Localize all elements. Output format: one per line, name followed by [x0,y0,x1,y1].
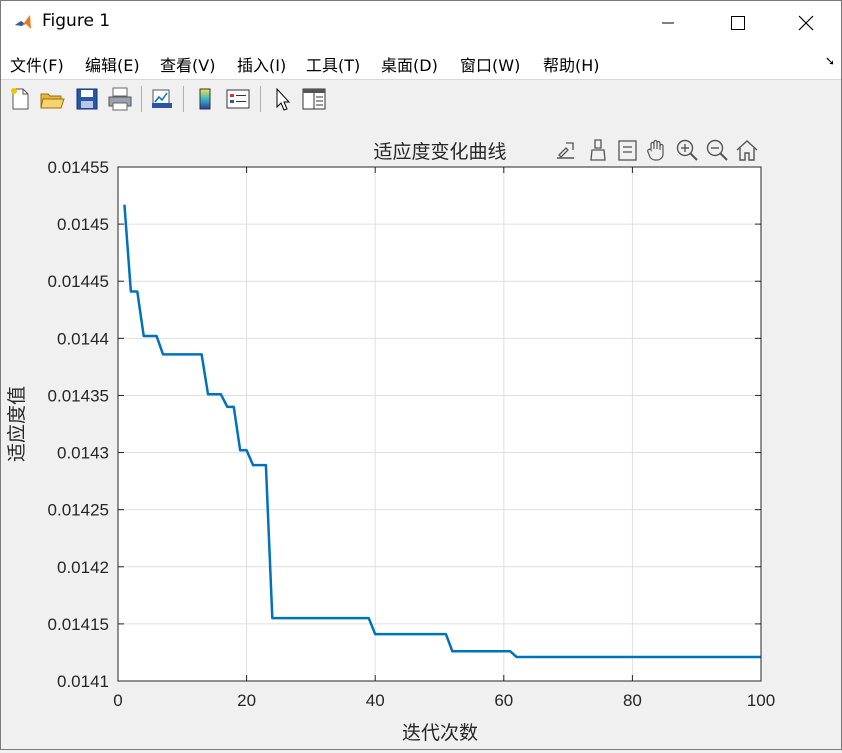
menu-insert[interactable]: 插入(I) [237,52,286,76]
save-icon[interactable] [73,85,101,113]
menu-file[interactable]: 文件(F) [10,52,64,76]
menu-help[interactable]: 帮助(H) [543,52,600,76]
y-tick-label: 0.0144 [57,329,109,348]
menu-bar: 文件(F) 编辑(E) 查看(V) 插入(I) 工具(T) 桌面(D) 窗口(W… [1,45,841,79]
figure-canvas: 0 20 40 60 80 100 0.0141 0.01415 0.0142 0.01425 0… [1,118,841,749]
x-tick-label: 60 [494,691,513,710]
close-icon [798,15,814,31]
line-chart[interactable]: 0 20 40 60 80 100 0.0141 0.01415 0.0142 0.01425 0… [1,118,841,749]
maximize-button[interactable] [703,1,773,45]
x-tick-label: 0 [113,691,122,710]
open-file-icon[interactable] [38,85,66,113]
y-axis-label: 适应度值 [6,386,28,462]
chart-title: 适应度变化曲线 [373,141,506,163]
toolbar-separator [141,86,142,112]
x-tick-label: 40 [366,691,385,710]
export-icon[interactable] [554,138,578,162]
matlab-logo-icon [13,12,33,32]
toolbar-separator [183,86,184,112]
edit-plot-icon[interactable] [268,85,296,113]
y-tick-label: 0.01445 [48,272,109,291]
home-icon[interactable] [735,138,759,162]
menu-desktop[interactable]: 桌面(D) [381,52,438,76]
menu-view[interactable]: 查看(V) [160,52,215,76]
new-figure-icon[interactable] [6,85,34,113]
maximize-icon [731,16,745,30]
x-tick-label: 80 [623,691,642,710]
menu-edit[interactable]: 编辑(E) [85,52,140,76]
insert-legend-icon[interactable] [224,85,252,113]
pan-icon[interactable] [645,138,669,162]
close-button[interactable] [771,1,841,45]
data-tips-icon[interactable] [616,138,640,162]
y-tick-label: 0.01455 [48,158,109,177]
insert-colorbar-icon[interactable] [191,85,219,113]
minimize-button[interactable] [633,1,703,45]
title-bar: Figure 1 [1,1,841,45]
zoom-in-icon[interactable] [675,138,699,162]
dock-arrow-icon[interactable]: ➘ [825,54,835,68]
plot-area[interactable] [118,167,761,681]
x-tick-label: 100 [747,691,775,710]
figure-window: Figure 1 文件(F) 编辑(E) 查看(V) 插入(I) 工具(T) 桌… [0,0,842,750]
y-tick-label: 0.0145 [57,215,109,234]
property-inspector-icon[interactable] [300,85,328,113]
window-title: Figure 1 [42,11,111,31]
zoom-out-icon[interactable] [705,138,729,162]
y-tick-label: 0.0143 [57,444,109,463]
y-tick-label: 0.0141 [57,672,109,691]
y-tick-label: 0.01435 [48,386,109,405]
menu-window[interactable]: 窗口(W) [460,52,520,76]
menu-tools[interactable]: 工具(T) [306,52,360,76]
print-icon[interactable] [106,85,134,113]
y-tick-label: 0.01415 [48,615,109,634]
figure-toolbar [1,79,841,119]
y-tick-label: 0.01425 [48,501,109,520]
x-axis-label: 迭代次数 [402,722,478,744]
link-plot-icon[interactable] [148,85,176,113]
y-tick-label: 0.0142 [57,558,109,577]
toolbar-separator [260,86,261,112]
brush-icon[interactable] [586,138,610,162]
minimize-icon [662,22,674,24]
axes-toolbar [554,138,759,162]
x-tick-label: 20 [237,691,256,710]
